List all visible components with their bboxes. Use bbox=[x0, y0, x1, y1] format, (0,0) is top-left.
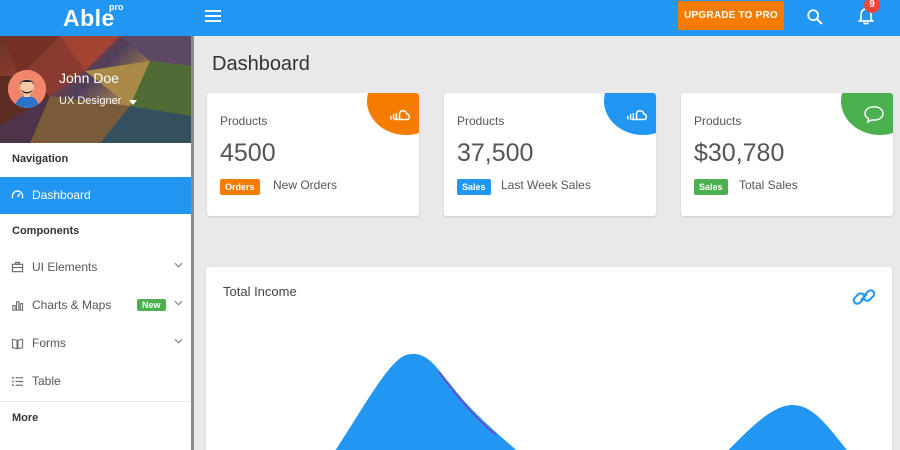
sidebar-item-ui-elements[interactable]: UI Elements bbox=[0, 249, 191, 286]
card-label: Products bbox=[220, 114, 268, 128]
income-card: Total Income bbox=[206, 267, 892, 450]
card-note: Total Sales bbox=[739, 178, 798, 192]
upgrade-button[interactable]: UPGRADE TO PRO bbox=[678, 1, 784, 30]
sidebar-item-label: Charts & Maps bbox=[32, 298, 112, 312]
link-icon[interactable] bbox=[850, 283, 878, 311]
income-area-chart bbox=[335, 353, 847, 450]
cloud-icon bbox=[390, 110, 411, 121]
menu-icon[interactable] bbox=[205, 10, 221, 23]
sidebar-item-dashboard[interactable]: Dashboard bbox=[0, 177, 191, 214]
income-area-peak-1 bbox=[335, 353, 517, 450]
avatar[interactable] bbox=[8, 70, 46, 108]
sidebar-divider bbox=[0, 401, 191, 402]
dashboard-icon bbox=[11, 190, 24, 199]
card-note: Last Week Sales bbox=[501, 178, 591, 192]
cloud-icon bbox=[627, 110, 648, 121]
sidebar-item-label: Dashboard bbox=[32, 188, 91, 202]
sidebar-item-label: Forms bbox=[32, 336, 66, 350]
nav-caption-navigation: Navigation bbox=[12, 153, 69, 165]
card-value: 37,500 bbox=[457, 139, 534, 167]
card-tag: Sales bbox=[457, 179, 491, 195]
table-icon bbox=[11, 376, 24, 387]
chart-icon bbox=[12, 301, 24, 311]
sidebar: John Doe UX Designer Navigation Dashboar… bbox=[0, 36, 194, 450]
stat-card-sales: Products 37,500 Sales Last Week Sales bbox=[444, 93, 656, 216]
sidebar-item-label: UI Elements bbox=[32, 260, 98, 274]
notification-badge: 9 bbox=[864, 0, 880, 13]
profile-name: John Doe bbox=[59, 70, 119, 86]
sidebar-item-charts-maps[interactable]: Charts & Maps New bbox=[0, 287, 191, 324]
card-tag: Orders bbox=[220, 179, 260, 195]
sidebar-item-label: Table bbox=[32, 374, 61, 388]
profile-role[interactable]: UX Designer bbox=[59, 95, 121, 107]
chevron-down-icon[interactable] bbox=[174, 300, 183, 306]
sidebar-item-forms[interactable]: Forms bbox=[0, 325, 191, 362]
income-area-peak-2 bbox=[728, 404, 847, 450]
brand-sup: pro bbox=[109, 2, 124, 12]
chevron-down-icon[interactable] bbox=[174, 338, 183, 344]
new-badge: New bbox=[137, 299, 166, 311]
page-title: Dashboard bbox=[212, 53, 310, 75]
sidebar-item-table[interactable]: Table bbox=[0, 363, 191, 400]
nav-caption-more: More bbox=[12, 412, 39, 424]
brand-logo[interactable]: Able bbox=[63, 5, 115, 32]
card-note: New Orders bbox=[273, 178, 338, 192]
income-title: Total Income bbox=[223, 284, 297, 299]
profile-panel: John Doe UX Designer bbox=[0, 36, 191, 143]
card-label: Products bbox=[457, 114, 505, 128]
top-navbar: Able pro UPGRADE TO PRO 9 bbox=[0, 0, 900, 36]
stat-card-total-sales: Products $30,780 Sales Total Sales bbox=[681, 93, 893, 216]
caret-down-icon[interactable] bbox=[129, 100, 137, 105]
card-value: 4500 bbox=[220, 139, 276, 167]
card-tag: Sales bbox=[694, 179, 728, 195]
chat-icon bbox=[864, 106, 884, 123]
nav-caption-components: Components bbox=[12, 225, 80, 237]
stat-card-orders: Products 4500 Orders New Orders bbox=[207, 93, 419, 216]
card-value: $30,780 bbox=[694, 139, 785, 167]
chevron-down-icon[interactable] bbox=[174, 262, 183, 268]
forms-icon bbox=[11, 338, 24, 350]
ui-elements-icon bbox=[11, 261, 24, 273]
search-icon[interactable] bbox=[806, 8, 824, 26]
card-label: Products bbox=[694, 114, 742, 128]
